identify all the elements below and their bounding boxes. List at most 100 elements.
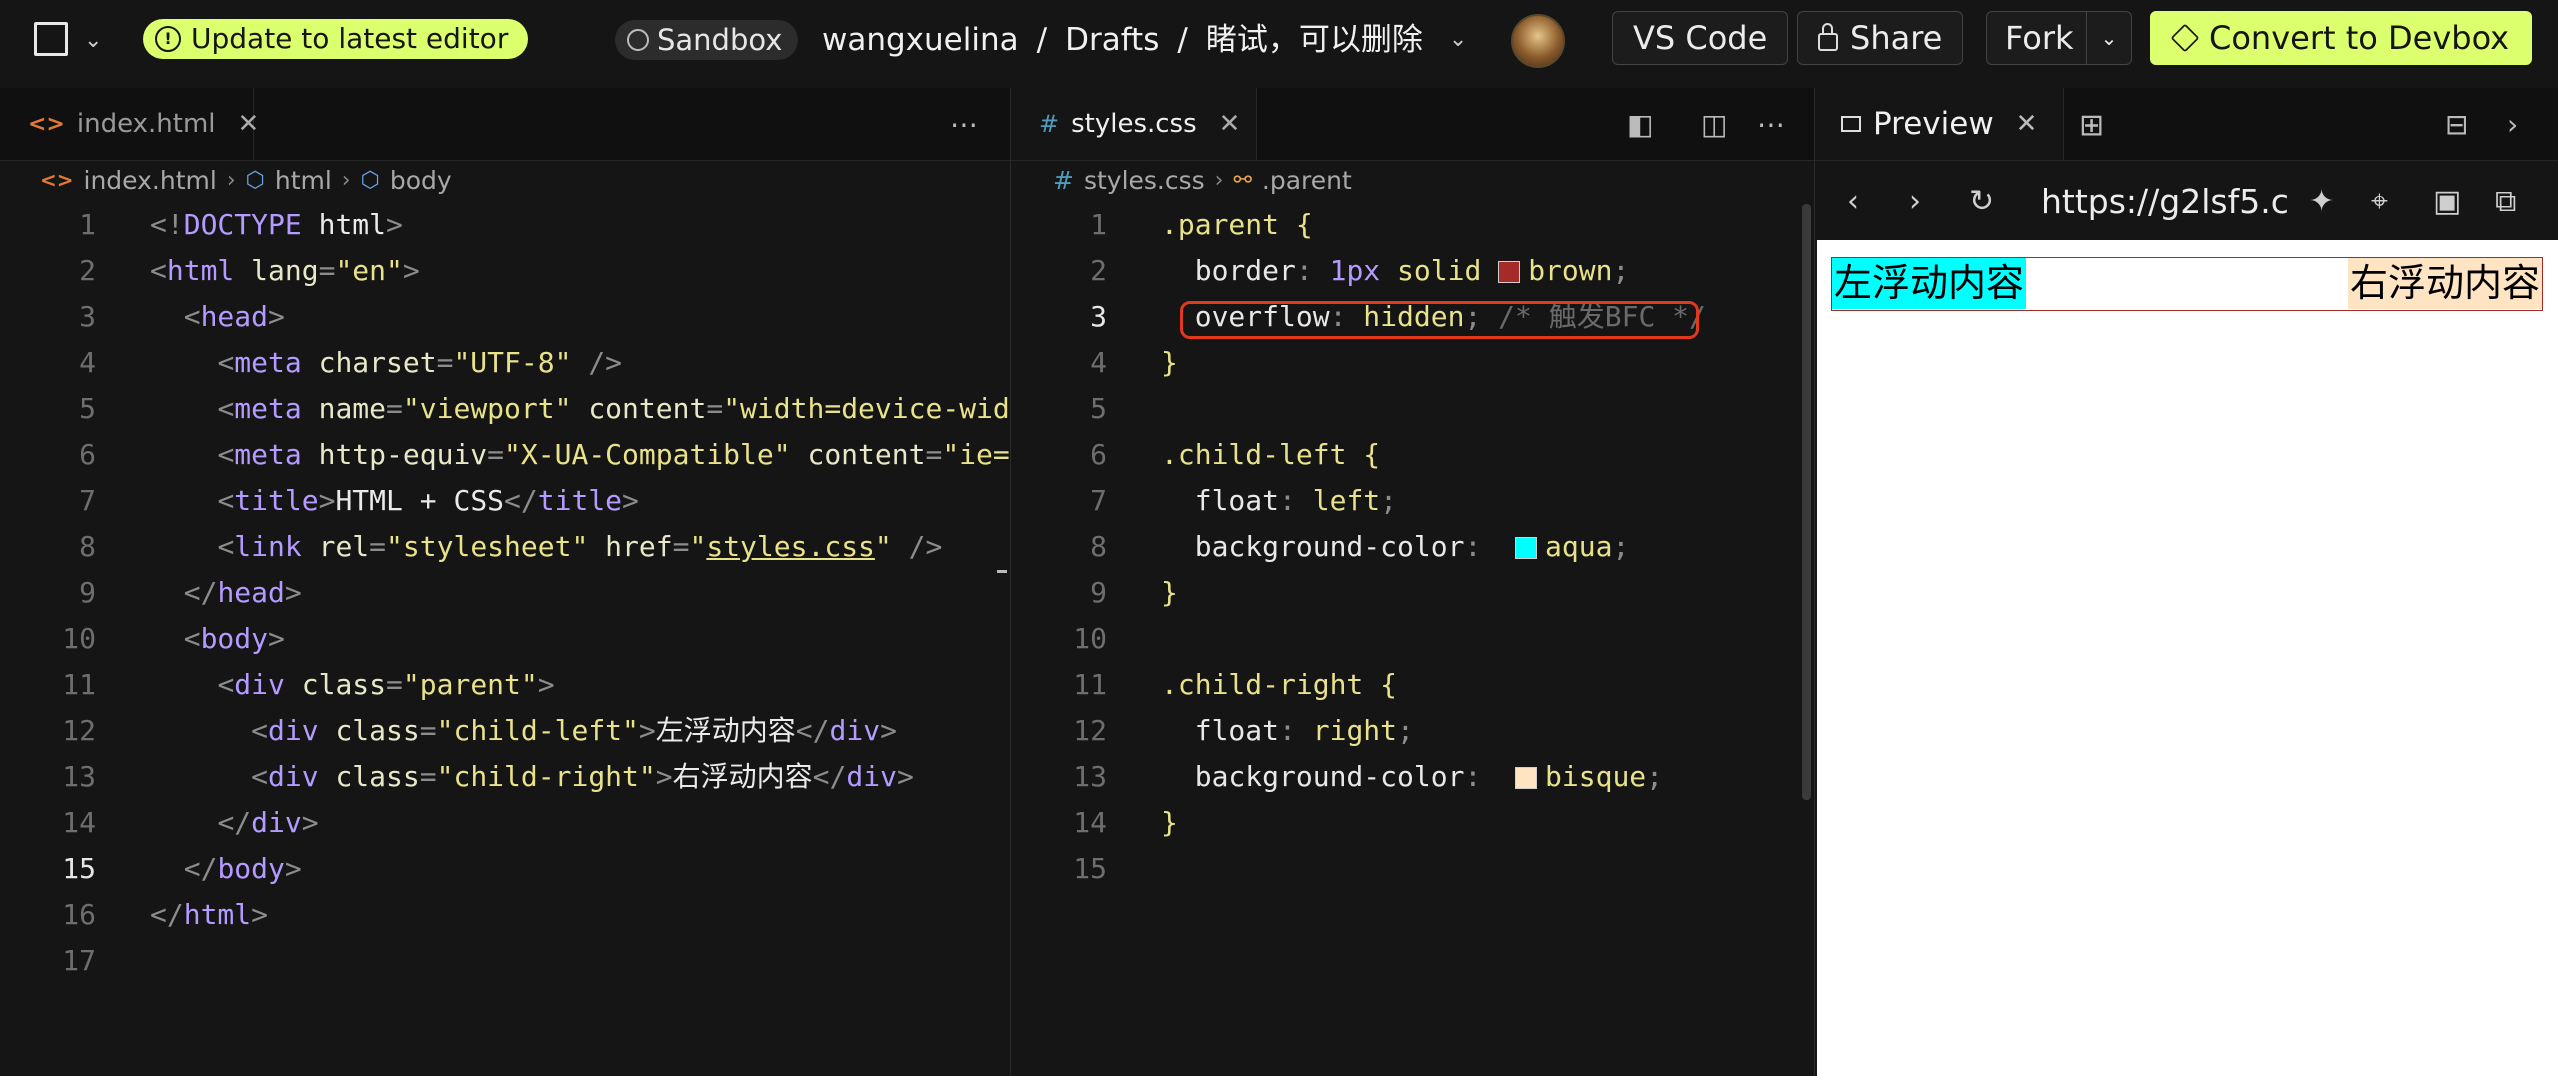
code-line[interactable]: 14 </div> [0, 800, 1010, 846]
color-swatch[interactable] [1515, 767, 1538, 789]
scrollbar[interactable] [1802, 204, 1811, 800]
more-icon[interactable]: ⋯ [1757, 108, 1785, 141]
code-line[interactable]: 2 border: 1px solid brown; [1011, 248, 1815, 294]
project-breadcrumb[interactable]: wangxuelina / Drafts / 睹试，可以删除 ⌄ [822, 20, 1467, 60]
color-swatch[interactable] [1515, 537, 1538, 559]
layout-icon[interactable]: ⊟ [2445, 108, 2468, 141]
back-icon[interactable]: ‹ [1847, 184, 1859, 219]
line-number: 15 [62, 852, 96, 885]
code-line[interactable]: 6 .child-left { [1011, 432, 1815, 478]
chevron-down-icon[interactable]: ⌄ [84, 28, 102, 53]
breadcrumb-item[interactable]: html [275, 166, 332, 195]
code-line[interactable]: 10 <body> [0, 616, 1010, 662]
close-icon[interactable]: ✕ [2016, 109, 2038, 139]
breadcrumb: # styles.css › ⚯ .parent [1011, 160, 1815, 200]
code-line[interactable]: 13 <div class="child-right">右浮动内容</div> [0, 754, 1010, 800]
code-text: </html> [150, 898, 269, 931]
fork-button[interactable]: Fork [1986, 11, 2093, 65]
tab-preview[interactable]: Preview ✕ [1815, 88, 2065, 160]
menu-square-icon[interactable] [34, 22, 68, 56]
breadcrumb-folder[interactable]: Drafts [1065, 20, 1159, 60]
line-number: 2 [1090, 254, 1107, 287]
fork-dropdown-button[interactable]: ⌄ [2086, 11, 2132, 65]
magic-icon[interactable]: ✦ [2309, 184, 2334, 219]
chevron-right-icon: › [1214, 167, 1224, 193]
update-editor-button[interactable]: ! Update to latest editor [143, 19, 529, 59]
line-number: 7 [79, 484, 96, 517]
convert-devbox-button[interactable]: Convert to Devbox [2150, 11, 2533, 65]
code-line[interactable]: 12 <div class="child-left">左浮动内容</div> [0, 708, 1010, 754]
avatar[interactable] [1511, 14, 1565, 68]
top-bar: ⌄ ! Update to latest editor Sandbox wang… [0, 0, 2558, 89]
code-text: </body> [183, 852, 302, 885]
code-line[interactable]: 5 <meta name="viewport" content="width=d… [0, 386, 1010, 432]
code-line[interactable]: 5 [1011, 386, 1815, 432]
tab-strip: # styles.css ✕ ◧ ◫ ⋯ [1011, 88, 1815, 161]
refresh-icon[interactable]: ↻ [1969, 184, 1994, 219]
code-line[interactable]: 1 .parent { [1011, 202, 1815, 248]
code-line[interactable]: 4 <meta charset="UTF-8" /> [0, 340, 1010, 386]
code-line[interactable]: 9} [1011, 570, 1815, 616]
line-number: 14 [1073, 806, 1107, 839]
line-number: 8 [79, 530, 96, 563]
code-line[interactable]: 14} [1011, 800, 1815, 846]
sandbox-badge[interactable]: Sandbox [615, 20, 799, 60]
breadcrumb-owner[interactable]: wangxuelina [822, 20, 1019, 60]
chevron-right-icon[interactable]: › [2507, 108, 2518, 141]
tab-styles-css[interactable]: # styles.css ✕ [1011, 88, 1257, 160]
code-line[interactable]: 1 <!DOCTYPE html> [0, 202, 1010, 248]
breadcrumb-item[interactable]: .parent [1262, 166, 1352, 195]
line-number: 15 [1073, 852, 1107, 885]
breadcrumb-item[interactable]: index.html [84, 166, 217, 195]
vscode-button[interactable]: VS Code [1612, 11, 1789, 65]
code-line[interactable]: 8 background-color: aqua; [1011, 524, 1815, 570]
code-text: <div class="child-left">左浮动内容</div> [251, 714, 897, 747]
sandbox-label: Sandbox [657, 23, 783, 57]
terminal-icon[interactable]: ▣ [2433, 184, 2461, 219]
preview-toolbar: ‹ › ↻ https://g2lsf5.c ✦ ⌖ ▣ ⧉ [1815, 160, 2558, 246]
code-line[interactable]: 10 [1011, 616, 1815, 662]
code-line[interactable]: 8 <link rel="stylesheet" href="styles.cs… [0, 524, 1010, 570]
split-editor-icon[interactable]: ◫ [1701, 108, 1727, 141]
code-line[interactable]: 15 [1011, 846, 1815, 892]
code-line[interactable]: 13 background-color: bisque; [1011, 754, 1815, 800]
code-text: <head> [183, 300, 285, 333]
breadcrumb-item[interactable]: body [390, 166, 452, 195]
close-icon[interactable]: ✕ [238, 109, 260, 139]
more-icon[interactable]: ⋯ [950, 108, 978, 141]
code-line[interactable]: 9 </head> [0, 570, 1010, 616]
breadcrumb-project[interactable]: 睹试，可以删除 [1206, 20, 1423, 60]
code-line[interactable]: 2 <html lang="en"> [0, 248, 1010, 294]
share-button[interactable]: Share [1797, 11, 1964, 65]
code-line[interactable]: 7 <title>HTML + CSS</title> [0, 478, 1010, 524]
code-text: <meta charset="UTF-8" /> [217, 346, 623, 379]
code-line[interactable]: 15 </body> [0, 846, 1010, 892]
code-line[interactable]: 11 <div class="parent"> [0, 662, 1010, 708]
breadcrumb-separator: / [1036, 22, 1048, 58]
code-line[interactable]: 17 [0, 938, 1010, 984]
code-line[interactable]: 6 <meta http-equiv="X-UA-Compatible" con… [0, 432, 1010, 478]
close-icon[interactable]: ✕ [1219, 109, 1241, 139]
code-text: <html lang="en"> [150, 254, 420, 287]
color-swatch[interactable] [1498, 261, 1521, 283]
url-field[interactable]: https://g2lsf5.c [2041, 182, 2289, 221]
code-text: <div class="parent"> [217, 668, 555, 701]
chevron-down-icon[interactable]: ⌄ [1449, 20, 1467, 60]
code-line[interactable]: 3 <head> [0, 294, 1010, 340]
code-line[interactable]: 16 </html> [0, 892, 1010, 938]
editor-pane-html: <> index.html ✕ ⋯ <> index.html › ⬡ html… [0, 88, 1010, 1076]
target-icon[interactable]: ⌖ [2371, 184, 2388, 219]
code-text: <meta http-equiv="X-UA-Compatible" conte… [217, 438, 1010, 471]
toggle-panel-icon[interactable]: ◧ [1627, 108, 1653, 141]
tab-strip: <> index.html ✕ ⋯ [0, 88, 1010, 161]
forward-icon[interactable]: › [1909, 184, 1921, 219]
code-line[interactable]: 12 float: right; [1011, 708, 1815, 754]
code-line[interactable]: 7 float: left; [1011, 478, 1815, 524]
code-line[interactable]: 11 .child-right { [1011, 662, 1815, 708]
preview-frame[interactable]: 左浮动内容 右浮动内容 [1817, 240, 2558, 1076]
add-tab-icon[interactable]: ⊞ [2079, 108, 2104, 143]
tab-index-html[interactable]: <> index.html ✕ [0, 88, 259, 160]
open-external-icon[interactable]: ⧉ [2495, 184, 2516, 219]
breadcrumb-item[interactable]: styles.css [1084, 166, 1205, 195]
code-line[interactable]: 4} [1011, 340, 1815, 386]
